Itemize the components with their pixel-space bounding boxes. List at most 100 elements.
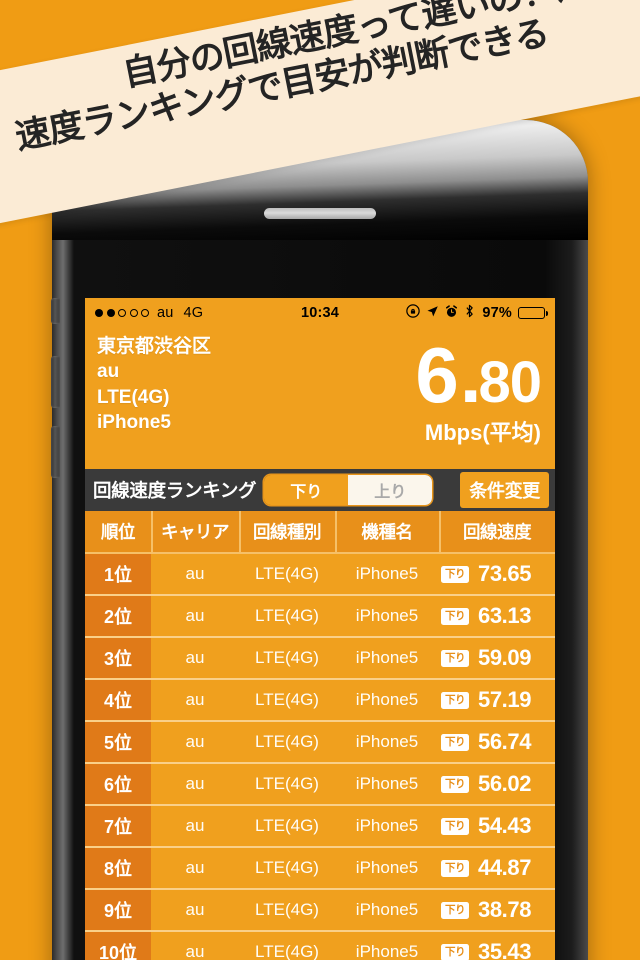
row-rank: 7位 [85,806,151,846]
row-speed-value: 73.65 [478,561,532,586]
row-carrier: au [185,564,205,583]
status-carrier-label: au [157,305,174,321]
row-speed-cell: 下り 35.43 [439,932,555,960]
row-carrier: au [185,690,205,709]
ranking-table-body: 1位 au LTE(4G) iPhone5 下り 73.65 2位 au LTE(4G) iPho… [85,554,555,960]
direction-badge: 下り [441,859,469,877]
bluetooth-icon [464,304,475,322]
row-speed-cell: 下り 54.43 [439,806,555,846]
row-line-type: LTE(4G) [255,690,319,709]
row-carrier: au [185,606,205,625]
speed-fraction-part: 80 [478,350,542,415]
row-rank: 10位 [85,932,151,960]
row-speed-value: 57.19 [478,687,532,712]
signal-dot-5 [141,309,149,317]
row-line-type: LTE(4G) [255,858,319,877]
battery-percent-label: 97% [482,305,512,321]
status-network-label: 4G [183,305,204,321]
phone-volume-up-button[interactable] [51,356,60,408]
row-model: iPhone5 [355,606,419,625]
column-header-model: 機種名 [335,511,439,552]
speed-decimal-separator: . [459,331,482,419]
table-row[interactable]: 8位 au LTE(4G) iPhone5 下り 44.87 [85,848,555,890]
row-carrier: au [185,858,205,877]
row-rank: 4位 [85,680,151,720]
ranking-toolbar: 回線速度ランキング 下り 上り 条件変更 [85,469,555,511]
change-conditions-button[interactable]: 条件変更 [460,472,549,508]
phone-volume-down-button[interactable] [51,426,60,478]
row-speed-cell: 下り 44.87 [439,848,555,888]
signal-dot-1 [95,309,103,317]
table-row[interactable]: 6位 au LTE(4G) iPhone5 下り 56.02 [85,764,555,806]
ranking-table-header: 順位 キャリア 回線種別 機種名 回線速度 [85,511,555,554]
average-speed-unit-label: Mbps(平均) [424,419,541,445]
alarm-clock-icon [445,305,458,322]
table-row[interactable]: 3位 au LTE(4G) iPhone5 下り 59.09 [85,638,555,680]
phone-silent-switch[interactable] [51,298,60,324]
row-speed-value: 63.13 [478,603,532,628]
table-row[interactable]: 5位 au LTE(4G) iPhone5 下り 56.74 [85,722,555,764]
direction-badge: 下り [441,733,469,751]
row-line-type: LTE(4G) [255,648,319,667]
row-rank: 3位 [85,638,151,678]
column-header-line-type: 回線種別 [239,511,335,552]
signal-strength-icon [95,309,149,317]
direction-badge: 下り [441,817,469,835]
table-row[interactable]: 2位 au LTE(4G) iPhone5 下り 63.13 [85,596,555,638]
column-header-rank: 順位 [101,522,136,542]
row-carrier: au [185,942,205,960]
status-right-icons: 97% [406,304,549,322]
row-speed-cell: 下り 38.78 [439,890,555,930]
app-screen: au 4G 10:34 97% 東京都渋谷区 au LTE(4G) iPhone… [85,298,555,960]
direction-badge: 下り [441,691,469,709]
row-rank: 6位 [85,764,151,804]
row-model: iPhone5 [355,858,419,877]
row-speed-cell: 下り 73.65 [439,554,555,594]
row-line-type: LTE(4G) [255,732,319,751]
column-header-carrier: キャリア [151,511,239,552]
row-line-type: LTE(4G) [255,774,319,793]
row-speed-cell: 下り 59.09 [439,638,555,678]
row-line-type: LTE(4G) [255,606,319,625]
direction-badge: 下り [441,565,469,583]
ios-status-bar: au 4G 10:34 97% [85,298,555,328]
phone-earpiece-speaker [264,208,376,219]
speed-integer-part: 6 [415,331,458,419]
signal-dot-4 [129,309,138,317]
direction-badge: 下り [441,901,469,919]
app-store-screenshot: au 4G 10:34 97% 東京都渋谷区 au LTE(4G) iPhone… [0,0,640,960]
row-speed-cell: 下り 56.02 [439,764,555,804]
signal-dot-3 [118,309,126,317]
row-speed-value: 59.09 [478,645,532,670]
table-row[interactable]: 7位 au LTE(4G) iPhone5 下り 54.43 [85,806,555,848]
row-speed-cell: 下り 57.19 [439,680,555,720]
segment-upload[interactable]: 上り [348,475,433,505]
ranking-table: 順位 キャリア 回線種別 機種名 回線速度 1位 au LTE(4G) iPhone5… [85,511,555,960]
average-speed-display: 6 . 80 Mbps(平均) [415,331,542,447]
table-row[interactable]: 9位 au LTE(4G) iPhone5 下り 38.78 [85,890,555,932]
rotation-lock-icon [406,304,421,322]
row-carrier: au [185,732,205,751]
table-row[interactable]: 1位 au LTE(4G) iPhone5 下り 73.65 [85,554,555,596]
row-model: iPhone5 [355,774,419,793]
battery-icon [518,307,549,319]
direction-badge: 下り [441,649,469,667]
table-row[interactable]: 4位 au LTE(4G) iPhone5 下り 57.19 [85,680,555,722]
row-rank: 2位 [85,596,151,636]
phone-device-mockup: au 4G 10:34 97% 東京都渋谷区 au LTE(4G) iPhone… [51,120,588,960]
row-carrier: au [185,900,205,919]
ranking-title: 回線速度ランキング [93,480,257,501]
direction-segmented-control[interactable]: 下り 上り [264,475,433,505]
table-row[interactable]: 10位 au LTE(4G) iPhone5 下り 35.43 [85,932,555,960]
row-carrier: au [185,816,205,835]
row-model: iPhone5 [355,648,419,667]
row-rank: 9位 [85,890,151,930]
row-model: iPhone5 [355,564,419,583]
app-header: 東京都渋谷区 au LTE(4G) iPhone5 6 . 80 Mbps(平均… [85,328,555,469]
row-line-type: LTE(4G) [255,942,319,960]
row-line-type: LTE(4G) [255,564,319,583]
row-carrier: au [185,648,205,667]
segment-download[interactable]: 下り [264,475,349,505]
row-line-type: LTE(4G) [255,900,319,919]
row-model: iPhone5 [355,942,419,960]
